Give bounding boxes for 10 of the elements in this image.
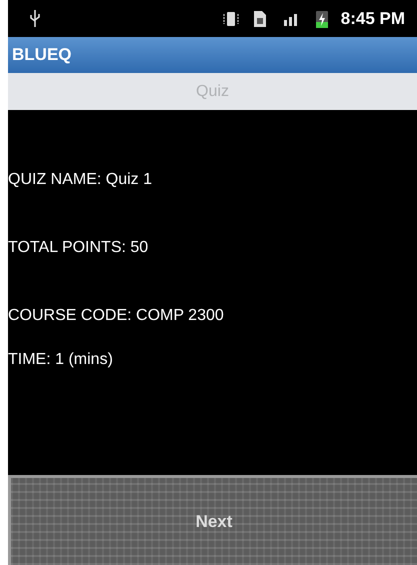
detail-text: TOTAL POINTS: 50 xyxy=(8,238,150,258)
detail-text: COURSE CODE: COMP 2300 xyxy=(8,306,225,326)
next-button[interactable]: Next xyxy=(8,475,417,565)
usb-icon xyxy=(28,8,42,28)
detail-text: TIME: 1 (mins) xyxy=(8,350,114,370)
status-time: 8:45 PM xyxy=(340,8,405,30)
app-title: BLUEQ xyxy=(12,44,72,66)
sim-card-icon xyxy=(252,10,267,28)
battery-charging-icon xyxy=(314,8,329,28)
detail-text: QUIZ NAME: Quiz 1 xyxy=(8,170,154,190)
